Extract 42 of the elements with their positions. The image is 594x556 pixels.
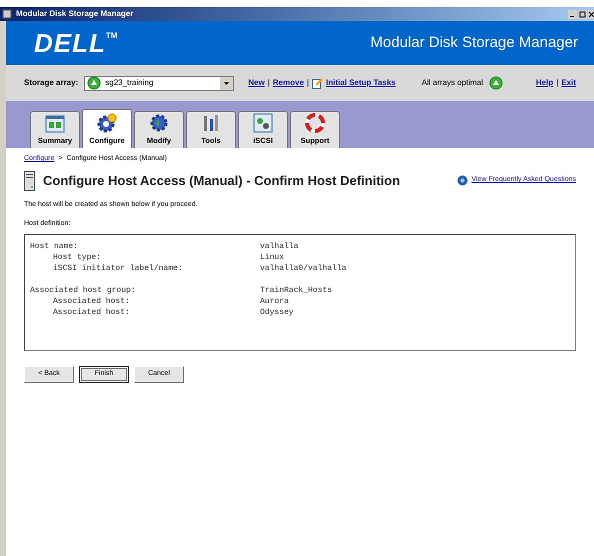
server-icon	[24, 170, 35, 190]
separator: |	[556, 77, 558, 89]
definition-value: valhalla0/valhalla	[260, 262, 346, 274]
gear-icon	[148, 112, 170, 133]
definition-label: Host name:	[30, 240, 80, 252]
status-icon	[87, 76, 102, 90]
toolbar-link[interactable]: Help	[536, 77, 554, 89]
gear-icon	[96, 112, 118, 133]
window-icon	[45, 114, 65, 133]
definition-label: iSCSI initiator label/name:	[52, 262, 184, 274]
dropdown-icon	[220, 76, 234, 90]
array-dropdown[interactable]: sg23_training	[84, 76, 234, 90]
window-title: Modular Disk Storage Manager	[16, 8, 134, 20]
lifebuoy-icon	[305, 112, 325, 133]
definition-label: Associated host group:	[30, 284, 137, 296]
definition-value: TrainRack_Hosts	[260, 284, 332, 296]
close-icon[interactable]	[588, 10, 594, 18]
definition-value: Aurora	[260, 296, 289, 306]
minimize-icon[interactable]	[568, 10, 577, 18]
status-text: All arrays optimal	[422, 77, 483, 89]
toolbar-link[interactable]: New	[248, 77, 265, 89]
page-title: Configure Host Access (Manual) - Confirm Host Definition	[43, 172, 400, 190]
definition-label: Associated host:	[52, 306, 131, 318]
definition-label: Associated host:	[52, 296, 131, 306]
app-icon	[2, 9, 12, 19]
maximize-icon[interactable]	[578, 10, 587, 18]
network-icon	[253, 112, 273, 133]
array-label: Storage array:	[24, 77, 78, 89]
notepad-icon	[312, 78, 323, 88]
status-icon	[489, 76, 503, 90]
product-name: Modular Disk Storage Manager	[370, 32, 578, 53]
toolbar-link[interactable]: Remove	[272, 77, 304, 89]
help-icon	[457, 175, 468, 186]
definition-value: Odyssey	[260, 306, 294, 318]
toolbar-link[interactable]: Exit	[561, 77, 576, 89]
definition-value: Linux	[260, 252, 284, 262]
definition-value: valhalla	[260, 240, 298, 252]
definition-label: Host type:	[52, 252, 102, 262]
tools-icon	[201, 112, 221, 133]
separator: |	[306, 77, 309, 89]
separator: |	[268, 77, 270, 89]
setup-link[interactable]: Initial Setup Tasks	[326, 77, 396, 89]
